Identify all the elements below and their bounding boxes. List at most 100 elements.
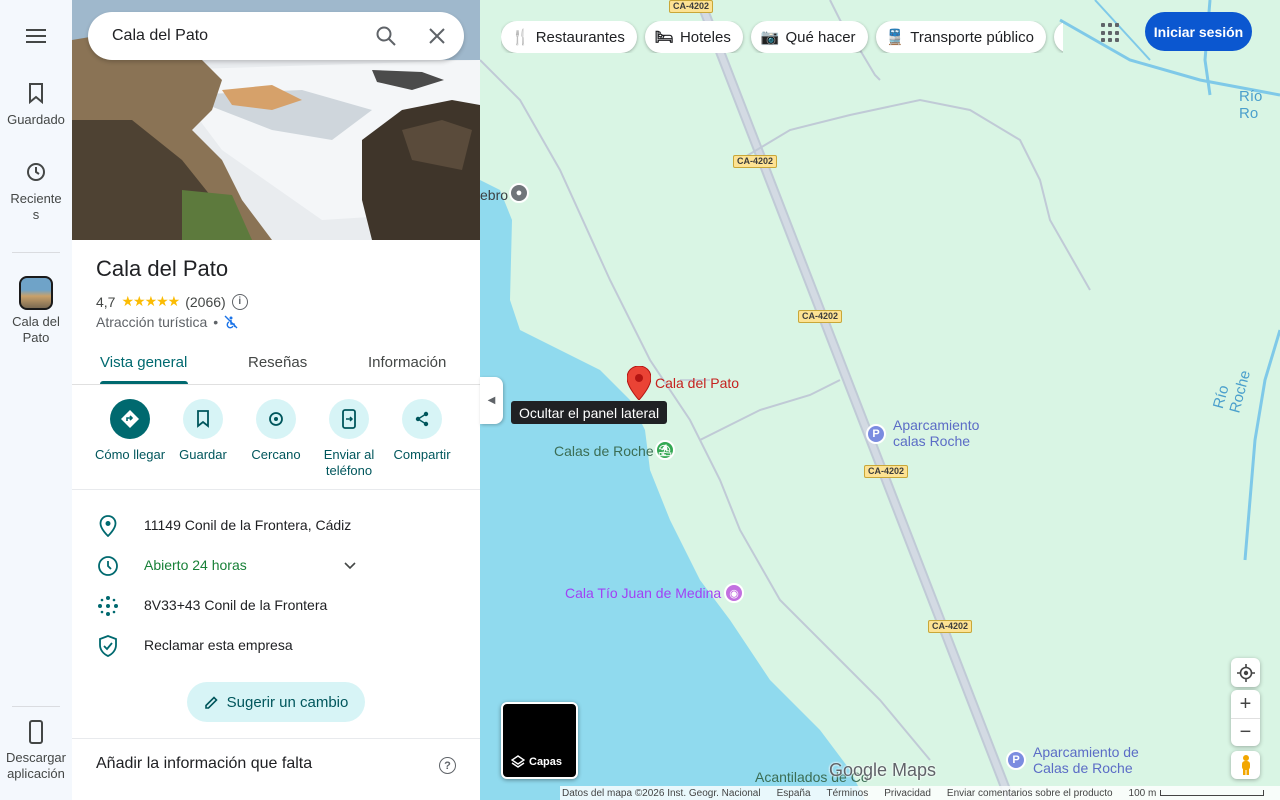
chip-things-to-do[interactable]: 📷 Qué hacer [750,21,868,53]
hours-row[interactable]: Abierto 24 horas [72,554,480,578]
suggest-edit-button[interactable]: Sugerir un cambio [187,682,365,722]
help-icon[interactable]: ? [439,757,456,774]
plus-code-row[interactable]: 8V33+43 Conil de la Frontera [72,594,480,618]
rail-divider [12,252,60,253]
zoom-in-button[interactable]: + [1231,690,1260,718]
parking-label[interactable]: Aparcamiento calas Roche [893,417,979,449]
layers-label: Capas [529,756,563,768]
cala-tio-label[interactable]: Cala Tío Juan de Medina [565,585,721,601]
road-shield: CA-4202 [733,155,778,168]
country-link[interactable]: España [777,788,811,799]
action-label: Enviar al [323,447,375,462]
claim-business-text: Reclamar esta empresa [144,637,293,653]
parking-label-line: Aparcamiento [893,417,980,433]
scale[interactable]: 100 m [1129,788,1265,799]
directions-icon [121,410,139,428]
place-title: Cala del Pato [96,256,229,281]
river-label: Río Ro [1239,88,1263,122]
restaurant-icon: 🍴 [511,29,530,46]
map-background [480,0,1280,800]
rail-recent-place[interactable]: Cala del Pato [0,276,72,346]
bookmark-icon [197,410,209,428]
scale-label: 100 m [1128,787,1157,799]
rail-saved[interactable]: Guardado [0,82,72,128]
crosshair-icon [1236,663,1255,682]
share-button[interactable]: Compartir [382,399,462,463]
place-icon[interactable]: ● [509,183,529,203]
history-icon [27,163,45,181]
rail-download-app[interactable]: Descargar aplicación [0,720,72,782]
active-tab-indicator [100,381,188,384]
tab-overview[interactable]: Vista general [100,354,187,371]
action-buttons: Cómo llegar Guardar Cercano Enviar al te… [72,399,480,489]
tab-about[interactable]: Información [368,354,446,371]
road-shield: CA-4202 [864,465,909,478]
chip-label: Hoteles [679,28,731,46]
category-chips: 🍴 Restaurantes 🛏 Hoteles 📷 Qué hacer 🚆 Trans… [501,21,1063,53]
location-pin-icon[interactable] [626,365,652,405]
send-to-phone-icon [342,409,356,429]
review-count[interactable]: (2066) [185,294,225,310]
chip-parking[interactable]: PA [1053,21,1063,53]
search-icon[interactable] [374,24,398,48]
place-thumbnail [19,276,53,310]
chip-label: Restaurantes [535,28,625,46]
chip-hotels[interactable]: 🛏 Hoteles [644,21,743,53]
chevron-down-icon[interactable] [344,562,356,570]
ebro-label[interactable]: ebro [480,187,508,203]
menu-icon[interactable] [26,29,46,43]
nearby-icon [269,412,283,426]
pin-label[interactable]: Cala del Pato [655,375,739,391]
feedback-link[interactable]: Enviar comentarios sobre el producto [947,788,1113,799]
rail-label: Descargar [6,750,66,765]
parking-icon[interactable]: P [1006,750,1026,770]
map-canvas[interactable]: CA-4202 CA-4202 CA-4202 CA-4202 CA-4202 … [480,0,1280,800]
phone-icon [29,720,43,744]
pegman-button[interactable] [1231,751,1260,779]
calas-roche-label[interactable]: Calas de Roche [554,443,654,459]
search-input[interactable] [112,27,362,45]
tab-reviews[interactable]: Reseñas [248,354,307,371]
layers-icon [511,755,525,768]
close-icon[interactable] [425,24,449,48]
save-button[interactable]: Guardar [163,399,243,463]
my-location-button[interactable] [1231,658,1260,687]
action-label: Compartir [393,447,451,462]
place-category[interactable]: Atracción turística [96,314,207,330]
address-text: 11149 Conil de la Frontera, Cádiz [144,517,352,533]
parking-label[interactable]: Aparcamiento de Calas de Roche [1033,744,1139,776]
shield-check-icon [99,635,117,657]
search-box[interactable] [88,12,464,60]
rail-divider [12,706,60,707]
zoom-out-button[interactable]: − [1231,718,1260,746]
info-icon[interactable]: i [231,293,248,310]
road-shield: CA-4202 [798,310,843,323]
apps-grid-icon[interactable] [1100,22,1122,44]
rating-value: 4,7 [96,293,116,310]
chip-label: Qué hacer [785,28,856,46]
camera-icon[interactable]: ◉ [724,583,744,603]
rail-recent[interactable]: Reciente s [0,161,72,223]
action-label: Guardar [179,447,227,462]
parking-label-line: Calas de Roche [1033,760,1133,776]
nearby-button[interactable]: Cercano [236,399,316,463]
chip-restaurants[interactable]: 🍴 Restaurantes [501,21,637,53]
collapse-panel-button[interactable]: ◀ [480,377,503,424]
claim-business-row[interactable]: Reclamar esta empresa [72,634,480,658]
parking-icon[interactable]: P [866,424,886,444]
rating-stars: ★★★★★ [121,293,180,309]
left-rail: Guardado Reciente s Cala del Pato Descar… [0,0,72,800]
privacy-link[interactable]: Privacidad [884,788,931,799]
hours-text: Abierto 24 horas [144,557,247,573]
send-to-phone-button[interactable]: Enviar al teléfono [309,399,389,479]
beach-icon[interactable]: ⛱ [655,440,675,460]
signin-button[interactable]: Iniciar sesión [1145,12,1252,51]
road-shield: CA-4202 [928,620,973,633]
terms-link[interactable]: Términos [827,788,869,799]
directions-button[interactable]: Cómo llegar [90,399,170,463]
layers-button[interactable]: Capas [501,702,578,779]
chip-transit[interactable]: 🚆 Transporte público [875,21,1046,53]
pegman-icon [1241,755,1250,775]
scale-bar [1160,789,1265,796]
address-row[interactable]: 11149 Conil de la Frontera, Cádiz [72,514,480,538]
